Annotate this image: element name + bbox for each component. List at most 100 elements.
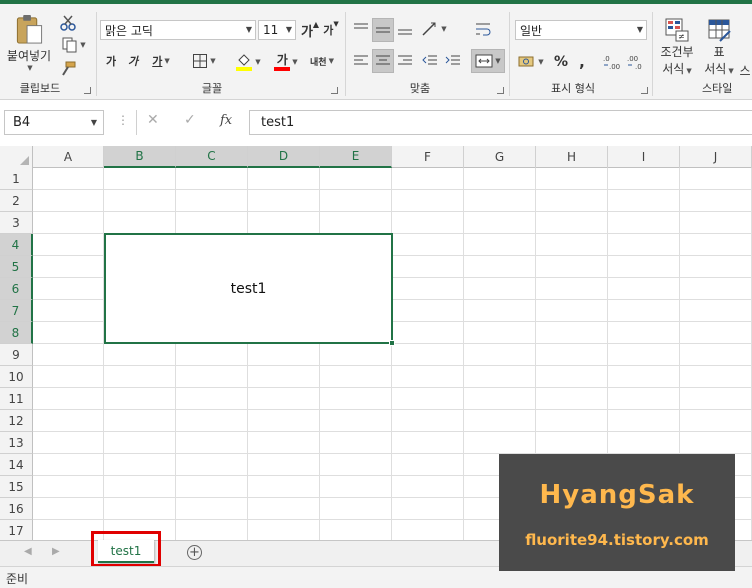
column-header-j[interactable]: J [680,146,752,168]
gridline-vertical [247,168,248,540]
fill-color-button[interactable]: ▼ [230,51,266,73]
fill-handle[interactable] [389,340,395,346]
row-header-5[interactable]: 5 [0,256,33,278]
gridline-horizontal [33,431,752,432]
row-header-3[interactable]: 3 [0,212,33,234]
conditional-formatting-icon: ≠ [665,18,689,42]
scroll-tabs-right-icon[interactable]: ▶ [52,546,60,557]
align-bottom-button[interactable] [395,18,415,40]
orientation-button[interactable]: ▼ [419,18,449,40]
select-all-button[interactable] [0,146,33,168]
styles-group-label: 스타일 [702,82,733,95]
cancel-icon[interactable]: ✕ [147,112,159,128]
copy-button[interactable]: ▼ [58,36,90,54]
merged-cell-b4[interactable]: test1 [104,233,393,344]
alignment-launcher[interactable] [497,87,504,94]
column-header-b[interactable]: B [104,146,176,168]
insert-function-button[interactable]: fx [220,113,232,128]
chevron-down-icon: ▼ [495,57,501,65]
row-header-17[interactable]: 17 [0,520,33,540]
align-top-icon [354,23,368,29]
font-group: 맑은 고딕 ▼ 11 ▼ 가 ▲ 가 ▼ 가 가 가 ▼ ▼ ▼ 가 ▼ 내천 … [98,8,342,100]
column-header-c[interactable]: C [176,146,248,168]
format-as-table-button[interactable]: 표 서식 ▼ [702,14,736,80]
row-header-15[interactable]: 15 [0,476,33,498]
row-header-10[interactable]: 10 [0,366,33,388]
shrink-font-button[interactable]: 가 ▼ [322,20,340,40]
align-center-button[interactable] [372,49,394,73]
row-header-13[interactable]: 13 [0,432,33,454]
align-middle-button[interactable] [372,18,394,42]
tab-highlight-box [91,531,161,567]
row-header-7[interactable]: 7 [0,300,33,322]
wrap-text-button[interactable] [471,18,495,40]
column-header-f[interactable]: F [392,146,464,168]
row-header-12[interactable]: 12 [0,410,33,432]
cell-styles-button[interactable]: 스 [738,62,752,78]
chevron-down-icon: ▼ [27,64,33,72]
italic-button[interactable]: 가 [124,51,142,71]
clipboard-group: 붙여넣기 ▼ ▼ 클립보드 [0,8,95,100]
align-right-button[interactable] [395,50,415,72]
column-header-d[interactable]: D [248,146,320,168]
font-group-label: 글꼴 [201,82,223,95]
cut-button[interactable] [58,14,78,32]
number-launcher[interactable] [641,87,648,94]
clipboard-launcher[interactable] [84,87,91,94]
chevron-down-icon: ▼ [328,57,334,65]
align-top-button[interactable] [351,18,371,40]
percent-button[interactable]: % [551,51,571,73]
formula-bar: B4 ▼ ⋮ ✕ ✓ fx test1 [0,100,752,146]
row-header-8[interactable]: 8 [0,322,33,344]
font-size-select[interactable]: 11 ▼ [258,20,296,40]
decrease-indent-button[interactable] [419,50,441,72]
merge-center-button[interactable]: ▼ [471,49,505,73]
add-sheet-icon[interactable]: + [187,545,202,560]
align-left-icon [354,55,368,65]
row-header-2[interactable]: 2 [0,190,33,212]
column-header-e[interactable]: E [320,146,392,168]
grow-font-button[interactable]: 가 ▲ [301,20,319,40]
chevron-down-icon: ▼ [210,57,216,65]
row-header-6[interactable]: 6 [0,278,33,300]
scroll-tabs-left-icon[interactable]: ◀ [24,546,32,557]
formula-input[interactable]: test1 [249,110,752,135]
row-header-9[interactable]: 9 [0,344,33,366]
underline-label: 가 [152,55,163,68]
svg-text:.0: .0 [635,63,642,70]
align-center-icon [376,55,390,65]
accounting-button[interactable]: ▼ [515,51,547,73]
format-painter-button[interactable] [58,60,78,78]
increase-decimal-button[interactable]: .0.00 [601,51,623,73]
column-header-h[interactable]: H [536,146,608,168]
column-header-g[interactable]: G [464,146,536,168]
row-header-1[interactable]: 1 [0,168,33,190]
paste-label: 붙여넣기 [6,49,52,63]
number-format-select[interactable]: 일반 ▼ [515,20,647,40]
enter-icon[interactable]: ✓ [184,112,196,128]
name-box[interactable]: B4 ▼ [4,110,104,135]
comma-button[interactable]: , [573,51,591,73]
increase-indent-button[interactable] [442,50,464,72]
ribbon: 붙여넣기 ▼ ▼ 클립보드 맑은 고딕 ▼ 11 ▼ 가 ▲ 가 ▼ 가 가 가… [0,0,752,100]
row-header-11[interactable]: 11 [0,388,33,410]
row-header-16[interactable]: 16 [0,498,33,520]
conditional-formatting-button[interactable]: ≠ 조건부 서식 ▼ [656,14,698,80]
font-color-button[interactable]: 가 ▼ [268,51,304,73]
column-header-i[interactable]: I [608,146,680,168]
font-launcher[interactable] [331,87,338,94]
decrease-decimal-button[interactable]: .00.0 [625,51,647,73]
phonetic-button[interactable]: 내천 ▼ [304,50,340,72]
bold-button[interactable]: 가 [102,51,120,71]
borders-button[interactable]: ▼ [186,51,222,71]
font-name-select[interactable]: 맑은 고딕 ▼ [100,20,256,40]
row-header-14[interactable]: 14 [0,454,33,476]
paste-button[interactable]: 붙여넣기 ▼ [4,14,54,72]
chevron-down-icon: ▼ [80,41,86,49]
align-left-button[interactable] [351,50,371,72]
gridline-vertical [175,168,176,540]
alignment-group: ▼ ▼ 맞춤 [347,8,507,100]
row-header-4[interactable]: 4 [0,234,33,256]
column-header-a[interactable]: A [33,146,104,168]
underline-button[interactable]: 가 ▼ [146,51,176,71]
